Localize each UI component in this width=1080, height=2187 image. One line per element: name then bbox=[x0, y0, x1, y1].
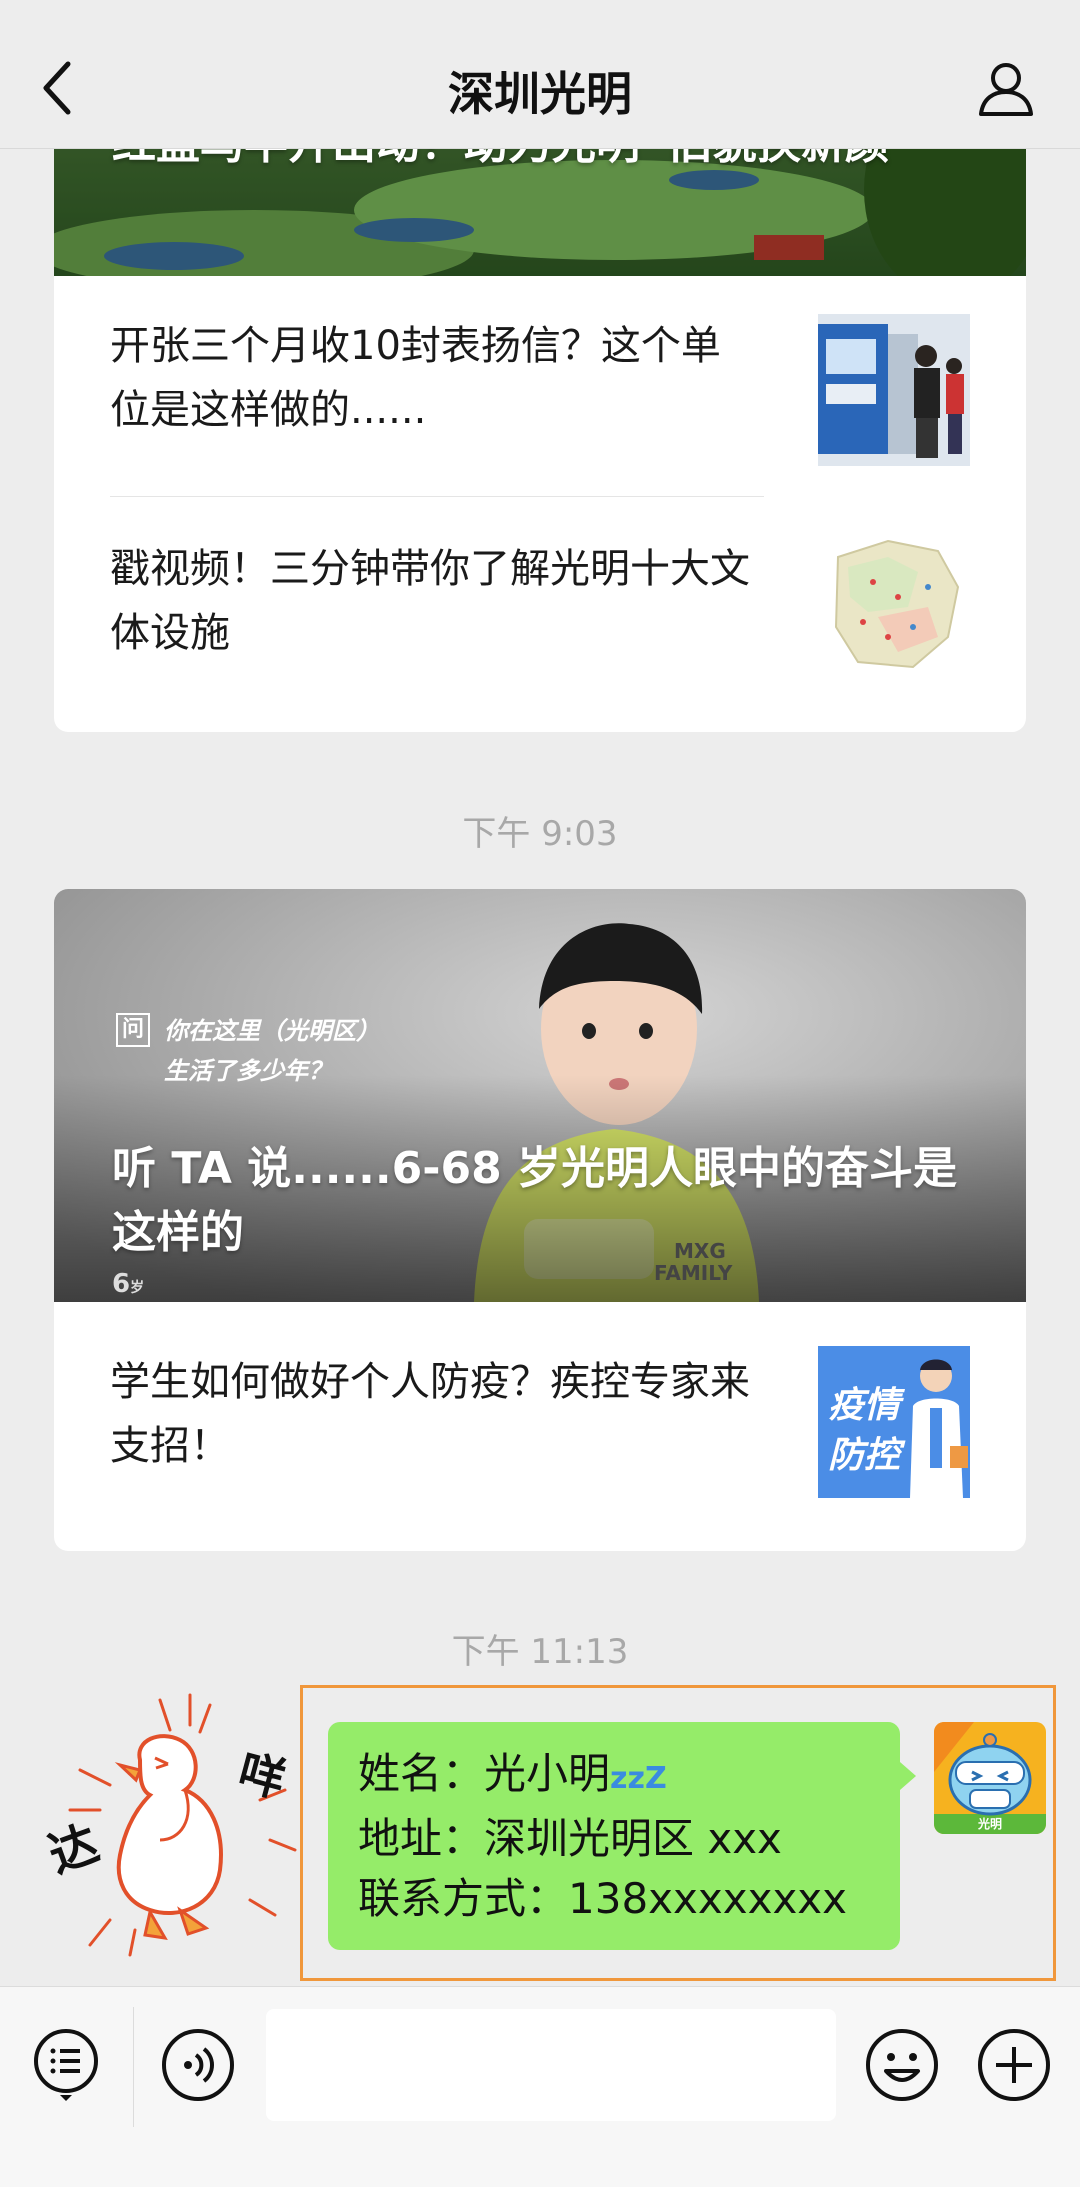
timestamp: 下午 11:13 bbox=[451, 1632, 629, 1672]
article-title: 戳视频！三分钟带你了解光明十大文体设施 bbox=[110, 546, 750, 656]
smile-icon[interactable] bbox=[864, 2027, 940, 2103]
message-input[interactable] bbox=[266, 2009, 836, 2121]
avatar[interactable]: 光明 bbox=[934, 1722, 1046, 1834]
hero-age-unit: 岁 bbox=[130, 1280, 145, 1296]
article-thumbnail bbox=[818, 527, 970, 679]
voice-icon[interactable] bbox=[160, 2027, 236, 2103]
hero-age: 6岁 bbox=[112, 1269, 144, 1299]
article-thumbnail: 疫情 防控 bbox=[818, 1346, 970, 1498]
duck-sticker[interactable]: 达 咩 bbox=[40, 1690, 300, 1960]
article-item[interactable]: 开张三个月收10封表扬信？这个单位是这样做的...... bbox=[54, 276, 1026, 496]
article-item[interactable]: 学生如何做好个人防疫？疾控专家来支招！ 疫情 防控 bbox=[54, 1302, 1026, 1551]
input-toolbar bbox=[0, 1986, 1080, 2187]
thumb-text: 疫情 bbox=[828, 1385, 901, 1426]
plus-icon[interactable] bbox=[976, 2027, 1052, 2103]
avatar-label: 光明 bbox=[977, 1817, 1002, 1831]
person-icon[interactable] bbox=[976, 58, 1036, 118]
hero-age-value: 6 bbox=[112, 1269, 131, 1299]
message-contact: 联系方式：138xxxxxxxx bbox=[358, 1874, 848, 1923]
page-title: 深圳光明 bbox=[448, 67, 632, 121]
bubble-tail bbox=[900, 1762, 916, 1790]
message-line: 姓名：光小明zzZ bbox=[358, 1744, 870, 1809]
article-item[interactable]: 戳视频！三分钟带你了解光明十大文体设施 bbox=[54, 497, 1026, 732]
article-title: 学生如何做好个人防疫？疾控专家来支招！ bbox=[110, 1359, 750, 1469]
hero-title: 听 TA 说......6-68 岁光明人眼中的奋斗是这样的 bbox=[112, 1143, 958, 1258]
overlay-question: 你在这里（光明区） bbox=[164, 1017, 380, 1045]
timestamp: 下午 9:03 bbox=[462, 814, 618, 854]
top-nav-bar: 深圳光明 bbox=[0, 0, 1080, 149]
article-card: 问 你在这里（光明区） 生活了多少年？ MXG FAMILY 听 TA 说...… bbox=[54, 889, 1026, 1551]
message-address: 地址：深圳光明区 xxx bbox=[358, 1814, 782, 1863]
message-name: 姓名：光小明 bbox=[358, 1749, 611, 1798]
sleep-icon: zzZ bbox=[610, 1761, 667, 1796]
overlay-question-2: 生活了多少年？ bbox=[164, 1057, 332, 1085]
article-card: 红蓝鸟半开出动！助力光明“旧貌换新颜” 开张三个月收10封表扬信？这个单位是这样… bbox=[54, 60, 1026, 732]
overlay-question-box: 问 bbox=[116, 1013, 150, 1047]
divider bbox=[133, 2007, 134, 2127]
thumb-text: 防控 bbox=[828, 1435, 901, 1476]
hero-article[interactable]: 问 你在这里（光明区） 生活了多少年？ MXG FAMILY 听 TA 说...… bbox=[54, 889, 1026, 1302]
message-bubble[interactable]: 姓名：光小明zzZ 地址：深圳光明区 xxx 联系方式：138xxxxxxxx bbox=[328, 1722, 916, 1950]
list-menu-icon[interactable] bbox=[28, 2027, 104, 2103]
article-title: 开张三个月收10封表扬信？这个单位是这样做的...... bbox=[110, 323, 721, 433]
article-thumbnail bbox=[818, 314, 970, 466]
